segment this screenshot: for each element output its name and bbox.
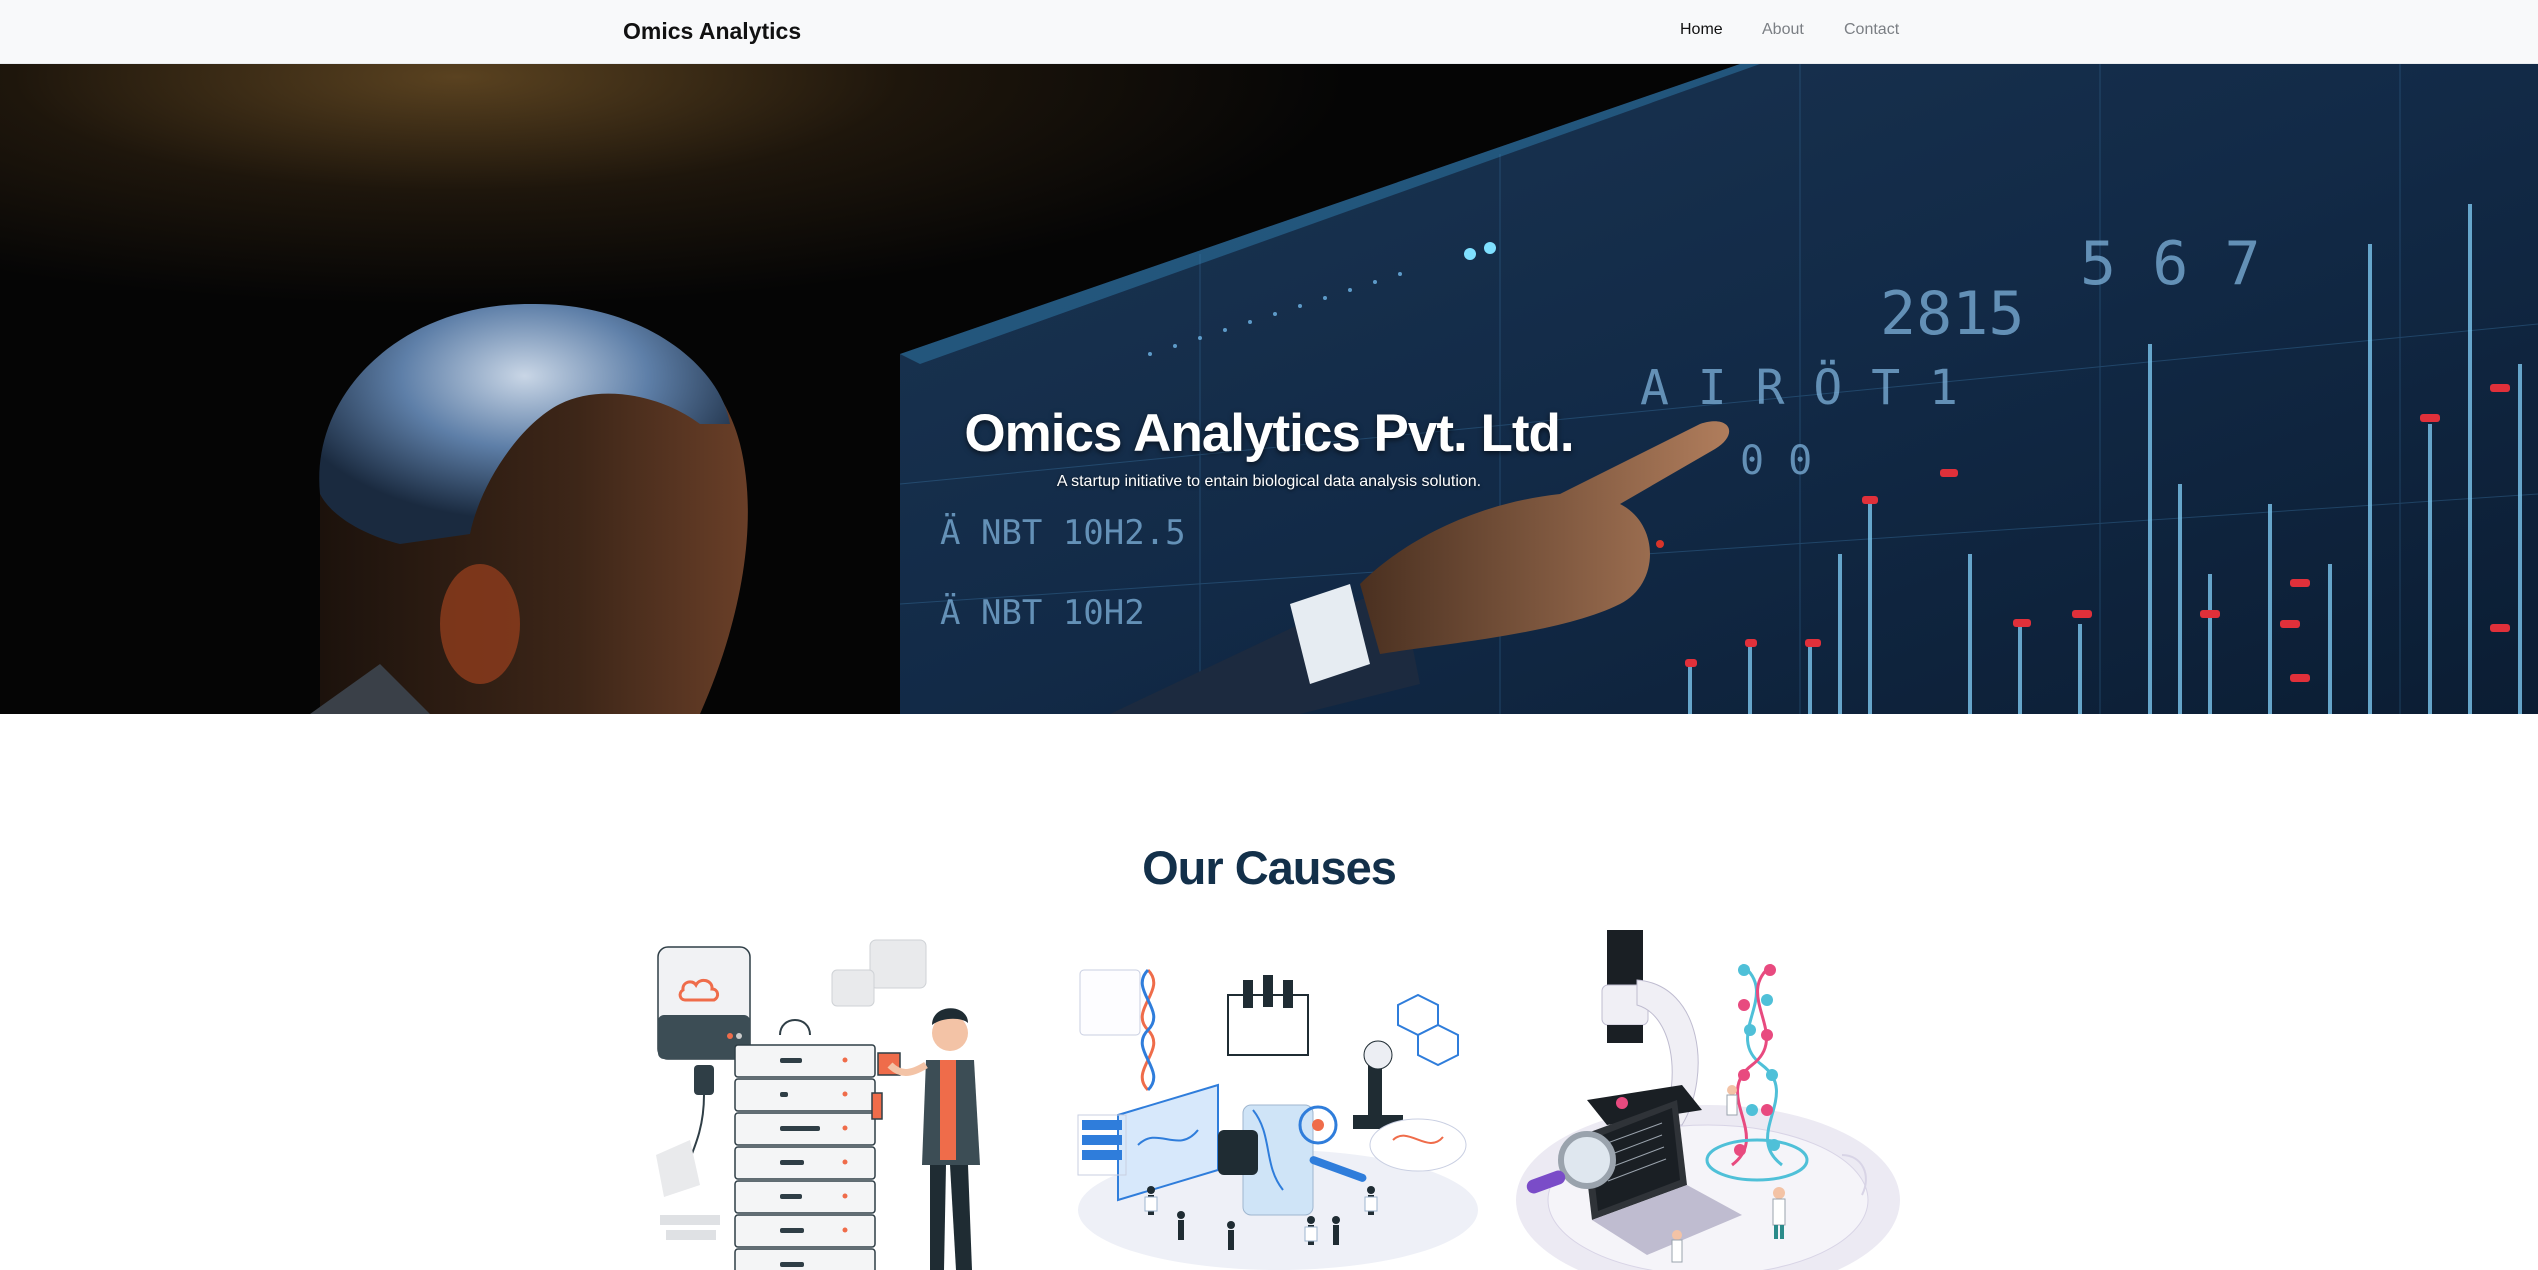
hero-background-image: 2815 5 6 7 A I R Ö T 1 0 0 Ä NBT 10H2.5 … <box>0 64 2538 714</box>
svg-text:5 6 7: 5 6 7 <box>2080 229 2261 299</box>
navbar: Omics Analytics Home About Contact <box>0 0 2538 64</box>
nav-link-home[interactable]: Home <box>1680 21 1723 39</box>
hero-banner: 2815 5 6 7 A I R Ö T 1 0 0 Ä NBT 10H2.5 … <box>0 64 2538 714</box>
svg-text:2815: 2815 <box>1880 279 2025 349</box>
svg-text:Ä NBT 10H2: Ä NBT 10H2 <box>940 593 1145 633</box>
hero-title: Omics Analytics Pvt. Ltd. <box>964 404 1574 463</box>
svg-text:Ä NBT 10H2.5: Ä NBT 10H2.5 <box>940 513 1186 553</box>
cloud-server-illustration <box>650 925 1010 1270</box>
nav-link-contact[interactable]: Contact <box>1844 21 1899 39</box>
nav-link-about[interactable]: About <box>1762 21 1804 39</box>
laboratory-research-illustration <box>1068 925 1488 1270</box>
causes-section-title: Our Causes <box>1142 841 1397 894</box>
microscope-dna-illustration <box>1512 925 1904 1270</box>
brand-logo-link[interactable]: Omics Analytics <box>623 18 801 45</box>
hero-subtitle: A startup initiative to entain biologica… <box>1056 473 1482 490</box>
